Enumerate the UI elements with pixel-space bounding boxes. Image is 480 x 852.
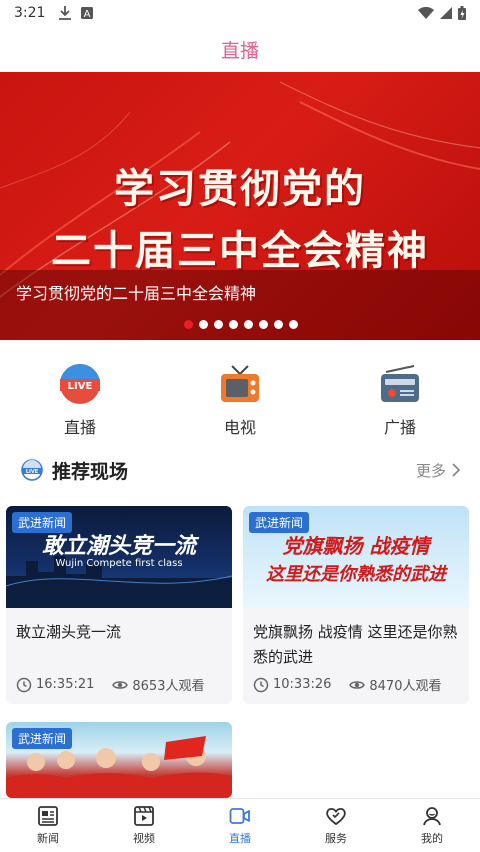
video-icon (134, 806, 154, 826)
carousel-dot[interactable] (244, 320, 253, 329)
profile-icon (423, 807, 441, 826)
svg-text:LIVE: LIVE (68, 381, 93, 392)
section-title: 推荐现场 (52, 460, 129, 483)
carousel-dot[interactable] (229, 320, 238, 329)
clock-icon (253, 677, 269, 692)
clock-icon (16, 677, 32, 692)
thumbnail-subtitle: 这里还是你熟悉的武进 (266, 564, 446, 585)
carousel-dot[interactable] (214, 320, 223, 329)
svg-text:A: A (84, 9, 91, 19)
thumbnail-title: 党旗飘扬 战疫情 (282, 534, 430, 558)
more-link[interactable]: 更多 (416, 460, 460, 481)
card-title: 党旗飘扬 战疫情 这里还是你熟悉的武进 (253, 623, 458, 666)
carousel-dots (184, 320, 298, 329)
quick-nav-label: 电视 (223, 418, 256, 437)
status-bar: 3:21 A (0, 0, 480, 26)
eye-icon (349, 680, 366, 689)
banner-caption-bar: 学习贯彻党的二十届三中全会精神 (0, 270, 480, 340)
tab-profile[interactable]: 我的 (384, 799, 480, 852)
tab-label: 直播 (229, 832, 251, 845)
card-thumbnail: 敢立潮头竞一流 Wujin Compete first class 武进新闻 (6, 506, 232, 608)
svg-text:LIVE: LIVE (26, 469, 39, 475)
card-title: 敢立潮头竞一流 (16, 623, 122, 641)
card-duration: 16:35:21 (36, 677, 95, 692)
banner-carousel[interactable]: 学习贯彻党的 二十届三中全会精神 学习贯彻党的二十届三中全会精神 (0, 72, 480, 340)
tab-news[interactable]: 新闻 (0, 799, 96, 852)
tab-live[interactable]: 直播 (192, 799, 288, 852)
service-icon (326, 807, 346, 826)
tab-label: 视频 (133, 832, 155, 845)
tab-video[interactable]: 视频 (96, 799, 192, 852)
news-icon (38, 806, 58, 826)
more-label: 更多 (415, 461, 446, 480)
carousel-dot[interactable] (199, 320, 208, 329)
live-card[interactable]: 党旗飘扬 战疫情 这里还是你熟悉的武进 武进新闻 党旗飘扬 战疫情 这里还是你熟… (243, 506, 469, 704)
category-tag: 武进新闻 (12, 512, 73, 533)
television-icon (221, 365, 259, 402)
quick-nav-label: 广播 (383, 418, 416, 437)
quick-nav: LIVE 直播 电视 广播 (0, 352, 480, 442)
live-section-icon: LIVE (21, 459, 43, 481)
card-meta: 16:35:21 8653人观看 (16, 675, 204, 694)
radio-icon (381, 365, 419, 402)
wifi-icon (418, 7, 434, 19)
live-tv-icon: LIVE (60, 364, 100, 404)
tab-label: 服务 (325, 832, 347, 845)
quick-nav-radio[interactable]: 广播 (320, 352, 480, 442)
live-icon (229, 808, 250, 824)
live-card[interactable]: 武进新闻 (6, 722, 232, 798)
app-header: 直播 (0, 26, 480, 72)
banner-caption: 学习贯彻党的二十届三中全会精神 (16, 284, 257, 303)
carousel-dot[interactable] (289, 320, 298, 329)
card-duration: 10:33:26 (273, 677, 332, 692)
thumbnail-subtitle: Wujin Compete first class (55, 558, 183, 569)
card-views: 8470人观看 (369, 679, 442, 694)
quick-nav-tv[interactable]: 电视 (160, 352, 320, 442)
battery-icon (458, 6, 466, 20)
category-tag: 武进新闻 (249, 512, 310, 533)
card-views: 8653人观看 (132, 679, 205, 694)
card-thumbnail: 武进新闻 (6, 722, 232, 798)
tab-label: 新闻 (37, 832, 59, 845)
tab-label: 我的 (421, 832, 443, 845)
card-thumbnail: 党旗飘扬 战疫情 这里还是你熟悉的武进 武进新闻 (243, 506, 469, 608)
live-card[interactable]: 敢立潮头竞一流 Wujin Compete first class 武进新闻 敢… (6, 506, 232, 704)
download-icon (59, 6, 72, 20)
card-meta: 10:33:26 8470人观看 (253, 675, 441, 694)
quick-nav-label: 直播 (63, 418, 96, 437)
banner-headline-line1: 学习贯彻党的 (114, 166, 366, 212)
quick-nav-live[interactable]: LIVE 直播 (0, 352, 160, 442)
bottom-tab-bar: 新闻 视频 直播 服务 我的 (0, 798, 480, 852)
chevron-right-icon (452, 463, 460, 477)
category-tag: 武进新闻 (12, 728, 73, 749)
banner-headline-line2: 二十届三中全会精神 (51, 228, 429, 274)
carousel-dot[interactable] (184, 320, 193, 329)
section-header: LIVE 推荐现场 更多 (0, 452, 480, 488)
eye-icon (112, 680, 129, 689)
page-title: 直播 (220, 39, 259, 62)
signal-icon (440, 7, 452, 19)
carousel-dot[interactable] (274, 320, 283, 329)
status-time: 3:21 (14, 5, 46, 21)
tab-service[interactable]: 服务 (288, 799, 384, 852)
font-app-icon: A (81, 7, 94, 19)
carousel-dot[interactable] (259, 320, 268, 329)
